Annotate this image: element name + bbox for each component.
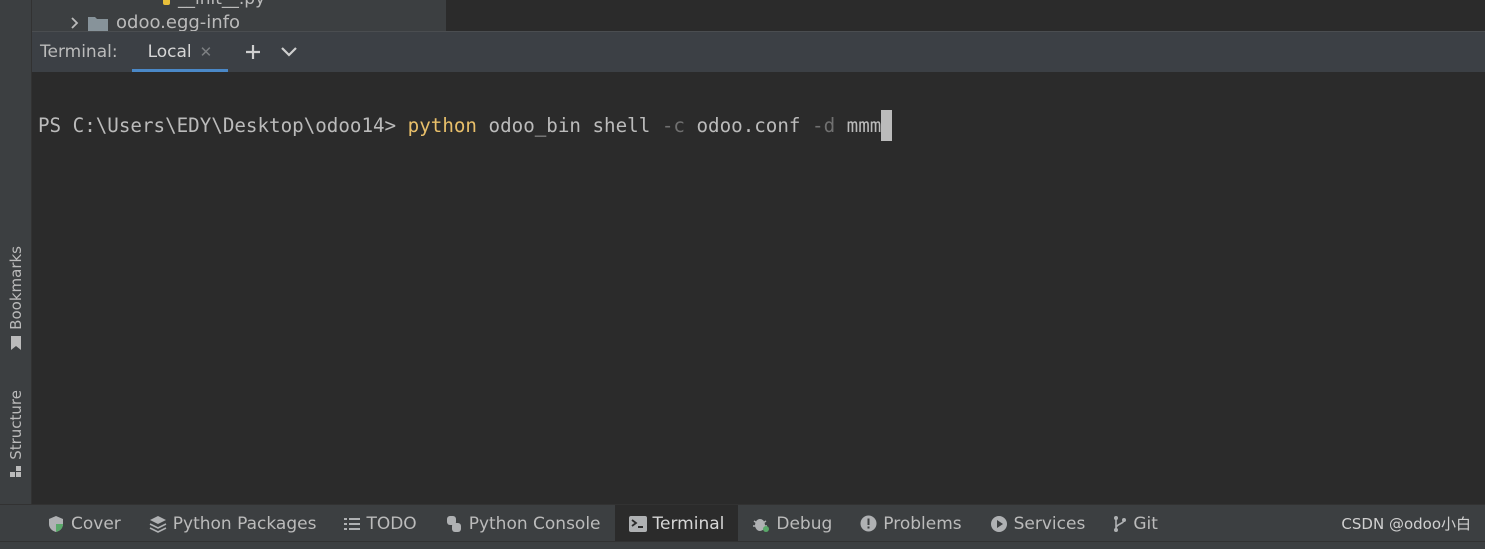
tree-item-label: __init__.py <box>178 0 265 9</box>
terminal-header: Terminal: Local ✕ <box>32 31 1485 73</box>
tool-tab-git[interactable]: Git <box>1099 505 1172 542</box>
chevron-down-icon <box>281 47 297 57</box>
command-flag-d: -d <box>812 114 836 137</box>
python-file-icon <box>163 0 170 5</box>
left-tool-stripe: Bookmarks Structure <box>0 0 32 504</box>
tree-item-odoo-egg-info[interactable]: odoo.egg-info <box>70 12 240 31</box>
command-config: odoo.conf <box>684 114 813 137</box>
command-database: mmm <box>835 114 882 137</box>
tool-tab-cover[interactable]: Cover <box>33 505 135 542</box>
tool-tab-services[interactable]: Services <box>976 505 1100 542</box>
bookmark-icon <box>11 335 21 350</box>
tab-dropdown-button[interactable] <box>278 41 300 63</box>
tree-item-label: odoo.egg-info <box>116 12 241 31</box>
tool-tab-label: Cover <box>71 513 121 534</box>
tool-window-bar: Cover Python Packages TODO Python Consol… <box>0 504 1485 542</box>
tool-tab-label: Git <box>1133 513 1158 534</box>
chevron-right-icon[interactable] <box>70 16 80 29</box>
tab-local-label: Local <box>147 42 192 62</box>
close-icon[interactable]: ✕ <box>200 43 213 61</box>
python-icon <box>446 515 461 532</box>
command-executable: python <box>407 114 477 137</box>
new-tab-button[interactable] <box>242 41 264 63</box>
tool-tab-label: Services <box>1013 513 1086 534</box>
tool-tab-label: Python Packages <box>172 513 317 534</box>
bookmarks-label: Bookmarks <box>7 246 25 330</box>
exclamation-circle-icon <box>860 515 877 532</box>
tool-tab-label: Debug <box>776 513 833 534</box>
tool-tab-debug[interactable]: Debug <box>738 505 846 542</box>
terminal-prompt: PS C:\Users\EDY\Desktop\odoo14> <box>38 114 408 137</box>
shield-icon <box>49 515 63 532</box>
project-tree: __init__.py odoo.egg-info <box>32 0 446 31</box>
tool-tab-label: Python Console <box>468 513 601 534</box>
plus-icon <box>246 45 261 59</box>
tab-local[interactable]: Local ✕ <box>131 32 229 72</box>
structure-icon <box>10 465 21 477</box>
tool-tab-terminal[interactable]: Terminal <box>614 505 739 542</box>
terminal-icon <box>628 515 647 532</box>
git-branch-icon <box>1114 515 1127 532</box>
bookmarks-tab[interactable]: Bookmarks <box>5 246 27 350</box>
tool-tab-python-console[interactable]: Python Console <box>431 505 615 542</box>
structure-label: Structure <box>7 390 25 460</box>
text-cursor <box>881 110 893 141</box>
folder-icon <box>88 16 108 31</box>
command-flag-c: -c <box>661 114 685 137</box>
play-circle-icon <box>990 515 1007 532</box>
tool-tab-python-packages[interactable]: Python Packages <box>135 505 331 542</box>
terminal-command-line: PS C:\Users\EDY\Desktop\odoo14> python o… <box>38 110 893 141</box>
terminal-title: Terminal: <box>40 42 118 62</box>
tree-item-init-py[interactable]: __init__.py <box>156 0 265 9</box>
csdn-watermark: CSDN @odoo小白 <box>1341 515 1471 533</box>
terminal-output[interactable]: PS C:\Users\EDY\Desktop\odoo14> python o… <box>32 72 1485 503</box>
tool-tab-label: TODO <box>366 513 417 534</box>
structure-tab[interactable]: Structure <box>5 390 27 478</box>
tool-tab-problems[interactable]: Problems <box>846 505 975 542</box>
command-args: odoo_bin shell <box>476 114 662 137</box>
tool-tab-label: Problems <box>883 513 962 534</box>
bug-icon <box>753 518 770 532</box>
tool-tab-todo[interactable]: TODO <box>330 505 430 542</box>
tool-tab-label: Terminal <box>652 513 725 534</box>
layers-icon <box>149 515 167 533</box>
list-icon <box>344 517 361 530</box>
